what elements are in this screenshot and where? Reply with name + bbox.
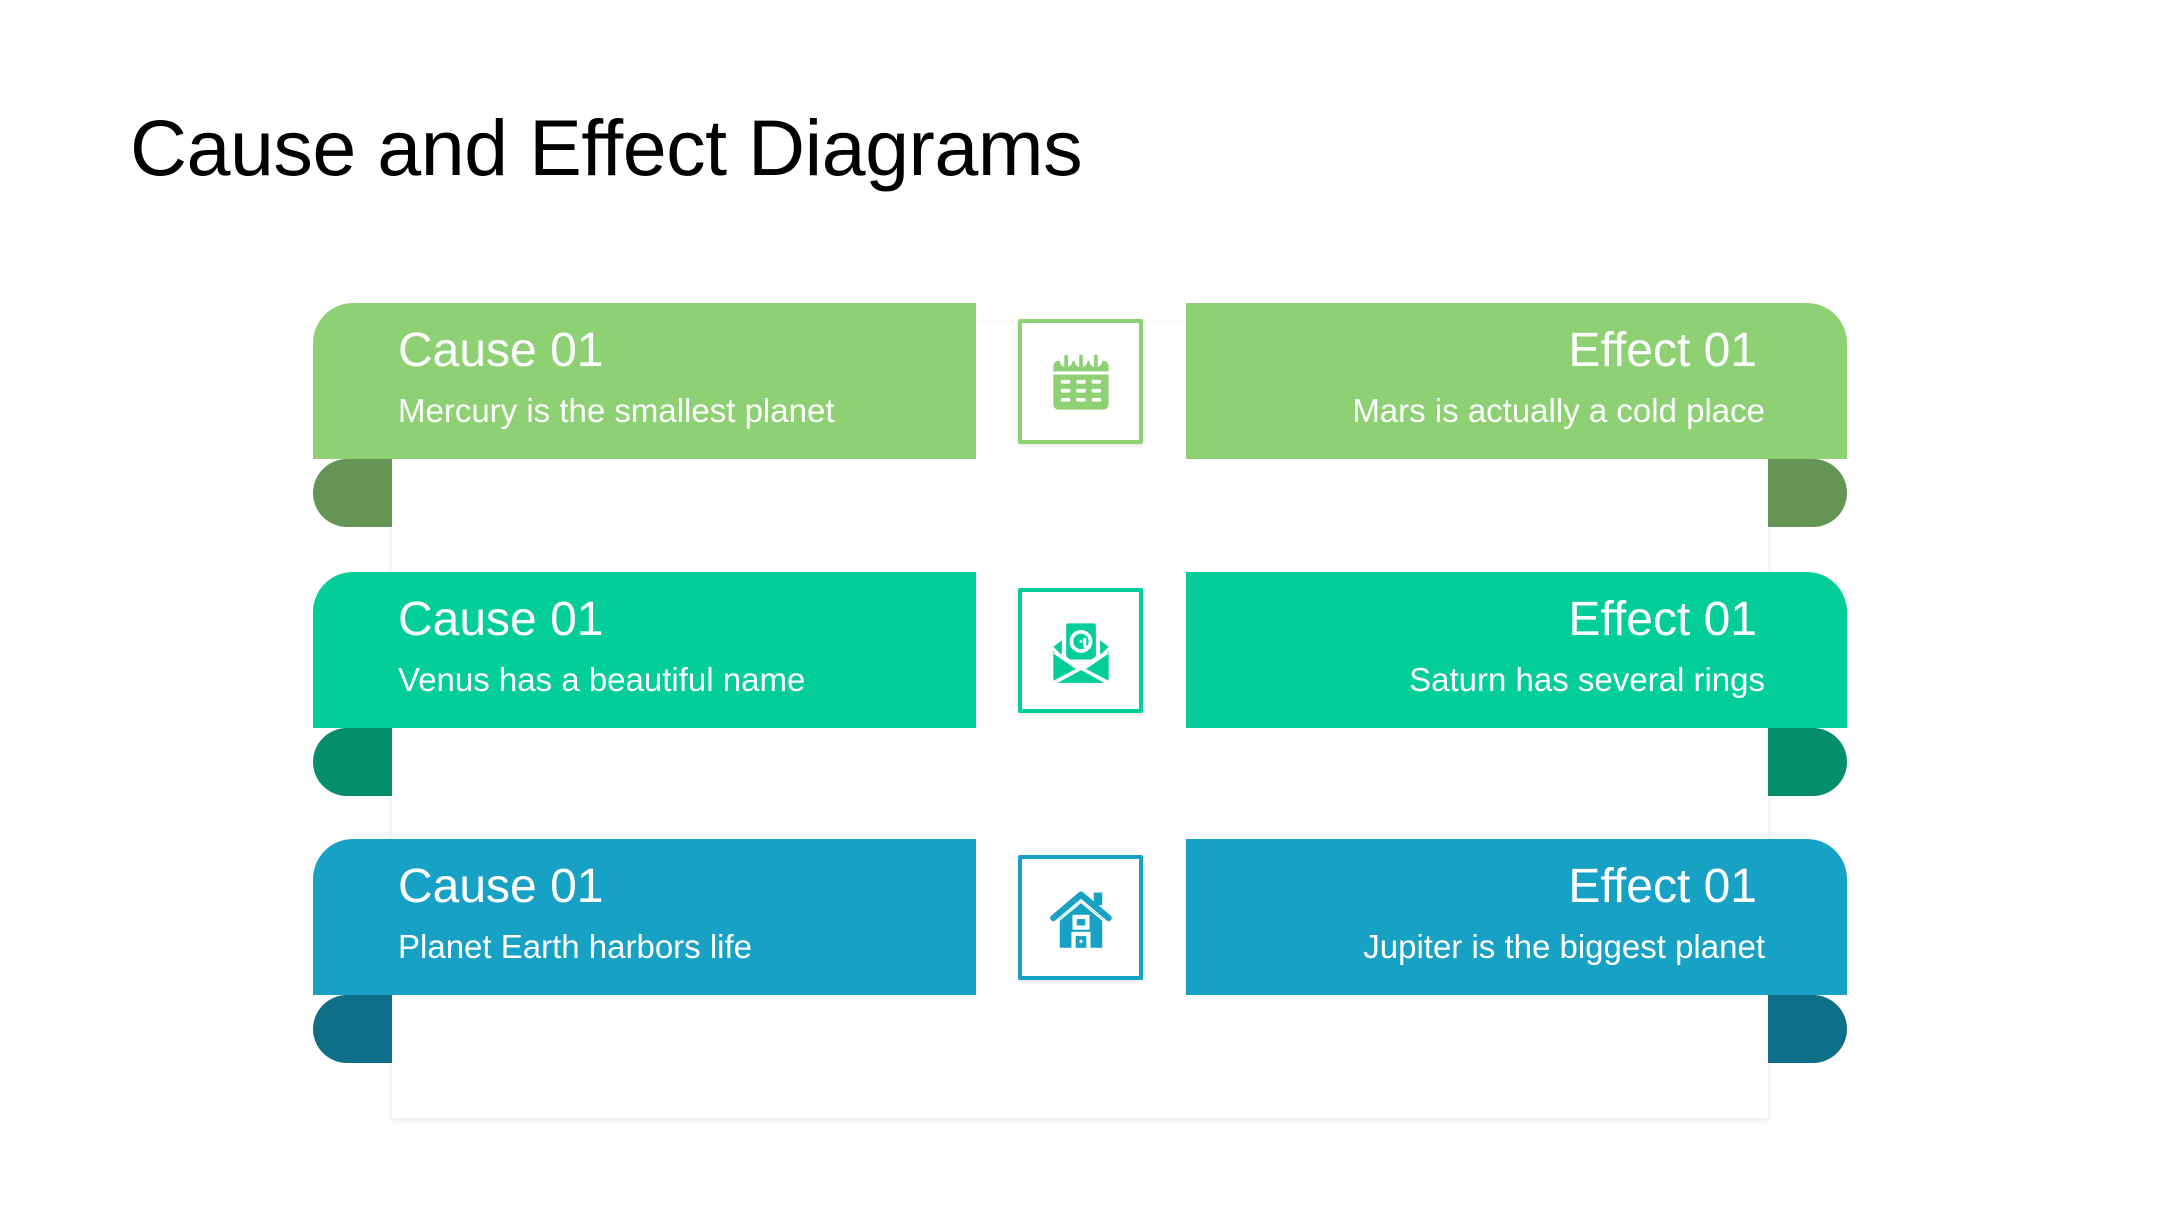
effect-ribbon-fold <box>1768 995 1847 1063</box>
cause-ribbon-fold <box>313 728 392 796</box>
effect-text: Saturn has several rings <box>1409 661 1765 698</box>
effect-text: Jupiter is the biggest planet <box>1363 928 1765 965</box>
cause-text: Venus has a beautiful name <box>398 661 806 698</box>
cause-ribbon: Cause 01 Mercury is the smallest planet <box>313 303 976 459</box>
cause-effect-row: Cause 01 Mercury is the smallest planet <box>0 303 2160 573</box>
cause-ribbon-fold <box>313 459 392 527</box>
cause-text: Planet Earth harbors life <box>398 928 753 965</box>
effect-ribbon-fold <box>1768 728 1847 796</box>
effect-title: Effect 01 <box>1568 593 1757 646</box>
effect-ribbon: Effect 01 Saturn has several rings <box>1186 572 1847 728</box>
cause-title: Cause 01 <box>398 593 604 646</box>
cause-ribbon: Cause 01 Venus has a beautiful name <box>313 572 976 728</box>
cause-effect-row: Cause 01 Planet Earth harbors life Effec… <box>0 839 2160 1109</box>
effect-ribbon: Effect 01 Jupiter is the biggest planet <box>1186 839 1847 995</box>
cause-title: Cause 01 <box>398 860 604 913</box>
effect-ribbon-fold <box>1768 459 1847 527</box>
email-icon <box>1052 622 1109 683</box>
effect-title: Effect 01 <box>1568 860 1757 913</box>
cause-ribbon-fold <box>313 995 392 1063</box>
icon-box <box>1018 588 1143 713</box>
icon-box <box>1018 319 1143 444</box>
cause-effect-row: Cause 01 Venus has a beautiful name Effe… <box>0 572 2160 842</box>
effect-ribbon: Effect 01 Mars is actually a cold place <box>1186 303 1847 459</box>
calendar-icon <box>1052 353 1109 410</box>
effect-title: Effect 01 <box>1568 324 1757 377</box>
icon-box <box>1018 855 1143 980</box>
slide-title: Cause and Effect Diagrams <box>130 103 1083 192</box>
cause-text: Mercury is the smallest planet <box>398 392 835 429</box>
effect-text: Mars is actually a cold place <box>1352 392 1765 429</box>
cause-title: Cause 01 <box>398 324 604 377</box>
cause-ribbon: Cause 01 Planet Earth harbors life <box>313 839 976 995</box>
house-icon <box>1049 890 1112 948</box>
